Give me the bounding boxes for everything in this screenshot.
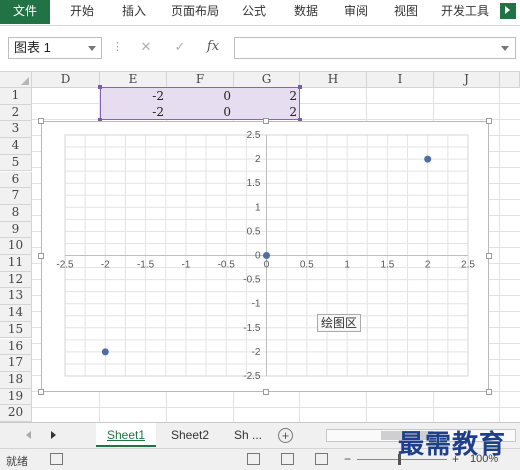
prev-sheet-icon[interactable] — [26, 431, 31, 439]
data-point — [101, 348, 109, 356]
y-tick-label: -1 — [252, 299, 261, 310]
y-tick-label: 2.5 — [247, 130, 261, 141]
tab-formulas[interactable]: 公式 — [232, 0, 276, 24]
column-header-i[interactable]: I — [367, 72, 434, 88]
y-tick-label: 0 — [255, 251, 261, 262]
row-header-7[interactable]: 7 — [0, 188, 32, 205]
column-header-d[interactable]: D — [32, 72, 100, 88]
cell-f2[interactable]: 0 — [167, 104, 231, 120]
cell-f1[interactable]: 0 — [167, 88, 231, 104]
row-header-15[interactable]: 15 — [0, 321, 32, 339]
y-tick-label: -2 — [252, 347, 261, 358]
x-tick-label: 1 — [344, 260, 350, 271]
scatter-chart[interactable]: -2.5 -2 -1.5 -1 -0.5 0 0.5 1 1.5 2 2.5 2.5 2 1.5 1 0.5 0… — [38, 118, 492, 395]
tab-developer[interactable]: 开发工具 — [434, 0, 496, 24]
insert-function-icon[interactable]: fx — [205, 38, 221, 56]
row-header-2[interactable]: 2 — [0, 104, 32, 122]
name-box[interactable]: 图表 1 — [8, 37, 102, 59]
range-handle[interactable] — [298, 85, 302, 89]
chevron-right-icon — [505, 6, 510, 14]
row-header-20[interactable]: 20 — [0, 405, 32, 422]
select-all-corner[interactable] — [0, 72, 32, 88]
row-header-11[interactable]: 11 — [0, 255, 32, 272]
row-header-16[interactable]: 16 — [0, 338, 32, 356]
y-tick-label: 1 — [255, 202, 261, 213]
data-point — [424, 155, 432, 163]
plot-area[interactable]: -2.5 -2 -1.5 -1 -0.5 0 0.5 1 1.5 2 2.52.521.510.50… — [42, 122, 490, 393]
column-header-g[interactable]: G — [234, 72, 300, 88]
tab-data[interactable]: 数据 — [284, 0, 328, 24]
row-header-6[interactable]: 6 — [0, 171, 32, 189]
tab-file[interactable]: 文件 — [0, 0, 50, 24]
row-header-1[interactable]: 1 — [0, 88, 32, 105]
row-header-10[interactable]: 10 — [0, 238, 32, 255]
row-header-17[interactable]: 17 — [0, 355, 32, 372]
column-header-h[interactable]: H — [300, 72, 367, 88]
tab-review[interactable]: 审阅 — [334, 0, 378, 24]
sheet-tab-sheet2[interactable]: Sheet2 — [160, 423, 220, 447]
x-tick-label: -1.5 — [137, 260, 155, 271]
cell-g1[interactable]: 2 — [234, 88, 297, 104]
y-tick-label: -1.5 — [243, 323, 261, 334]
page-layout-view-icon[interactable] — [281, 453, 294, 465]
x-tick-label: 0.5 — [300, 260, 314, 271]
formula-bar-separator[interactable]: ⋮ — [112, 40, 123, 53]
row-header-4[interactable]: 4 — [0, 138, 32, 155]
x-tick-label: -2.5 — [56, 260, 74, 271]
formula-input[interactable] — [234, 37, 516, 59]
cancel-icon[interactable]: ✕ — [138, 38, 154, 56]
column-header-partial[interactable] — [500, 72, 520, 88]
tab-page-layout[interactable]: 页面布局 — [164, 0, 226, 24]
chevron-down-icon[interactable] — [88, 46, 96, 51]
x-tick-label: 1.5 — [380, 260, 394, 271]
row-header-5[interactable]: 5 — [0, 154, 32, 172]
data-point — [263, 252, 270, 259]
tab-view[interactable]: 视图 — [384, 0, 428, 24]
ribbon-tab-bar: 文件 开始 插入 页面布局 公式 数据 审阅 视图 开发工具 — [0, 0, 520, 26]
y-tick-label: 1.5 — [247, 178, 261, 189]
row-header-9[interactable]: 9 — [0, 221, 32, 239]
sheet-tab-sheet1[interactable]: Sheet1 — [96, 423, 156, 447]
name-box-value: 图表 1 — [14, 40, 51, 55]
column-header-e[interactable]: E — [100, 72, 167, 88]
sheet-tab-more[interactable]: Sh ... — [226, 423, 270, 447]
tab-home[interactable]: 开始 — [60, 0, 104, 24]
column-gridline — [499, 88, 500, 422]
column-header-f[interactable]: F — [167, 72, 234, 88]
normal-view-icon[interactable] — [247, 453, 260, 465]
x-tick-label: -2 — [101, 260, 110, 271]
x-tick-label: -0.5 — [218, 260, 236, 271]
row-header-12[interactable]: 12 — [0, 271, 32, 289]
y-tick-label: 2 — [255, 154, 261, 165]
status-ready: 就绪 — [6, 456, 28, 468]
cell-e1[interactable]: -2 — [100, 88, 164, 104]
chevron-down-icon[interactable] — [501, 46, 509, 51]
macro-record-icon[interactable] — [50, 453, 63, 465]
x-tick-label: -1 — [181, 260, 190, 271]
row-header-13[interactable]: 13 — [0, 288, 32, 306]
x-tick-label: 2.5 — [461, 260, 475, 271]
plot-area-tooltip: 绘图区 — [317, 314, 361, 332]
enter-icon[interactable]: ✓ — [172, 38, 188, 56]
formula-bar: 图表 1 ⋮ ✕ ✓ fx — [0, 26, 520, 72]
zoom-out-button[interactable]: − — [344, 452, 351, 466]
row-header-8[interactable]: 8 — [0, 204, 32, 222]
x-tick-label: 2 — [425, 260, 431, 271]
x-tick-label: 0 — [264, 260, 270, 271]
column-header-j[interactable]: J — [434, 72, 500, 88]
watermark-logo: 最需教育 — [398, 430, 507, 460]
cell-e2[interactable]: -2 — [100, 104, 164, 120]
row-header-18[interactable]: 18 — [0, 371, 32, 389]
tab-insert[interactable]: 插入 — [112, 0, 156, 24]
next-sheet-icon[interactable] — [51, 431, 56, 439]
row-header-14[interactable]: 14 — [0, 305, 32, 322]
row-header-3[interactable]: 3 — [0, 121, 32, 139]
y-tick-label: 0.5 — [247, 226, 261, 237]
y-tick-label: -2.5 — [243, 371, 261, 382]
page-break-view-icon[interactable] — [315, 453, 328, 465]
ribbon-more-button[interactable] — [500, 3, 516, 19]
row-header-19[interactable]: 19 — [0, 388, 32, 406]
add-sheet-button[interactable]: + — [278, 428, 293, 443]
y-tick-label: -0.5 — [243, 275, 261, 286]
